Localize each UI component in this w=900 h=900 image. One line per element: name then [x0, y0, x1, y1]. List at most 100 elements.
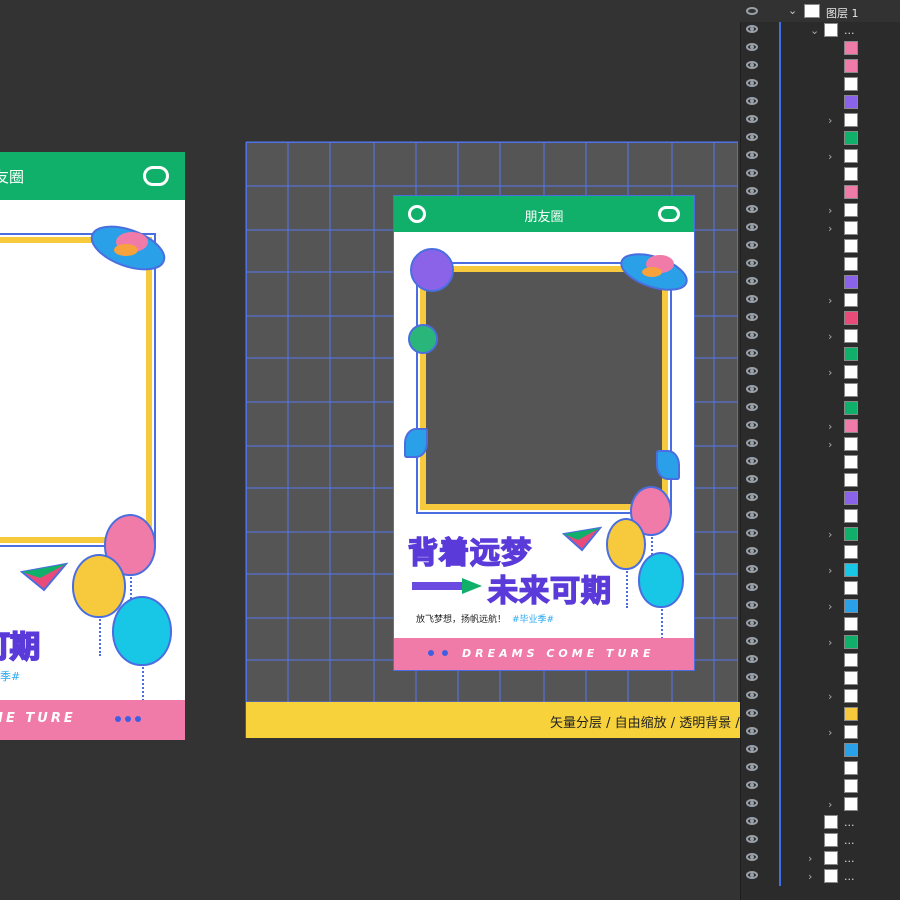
- layer-row[interactable]: [740, 76, 900, 94]
- layer-row[interactable]: ›: [740, 688, 900, 706]
- chevron-right-icon[interactable]: ›: [828, 438, 832, 451]
- eye-icon[interactable]: [746, 439, 758, 447]
- layer-row[interactable]: [740, 256, 900, 274]
- layer-row[interactable]: ›: [740, 436, 900, 454]
- eye-icon[interactable]: [746, 169, 758, 177]
- layer-label[interactable]: ...: [844, 816, 855, 829]
- eye-icon[interactable]: [746, 493, 758, 501]
- layer-row[interactable]: [740, 778, 900, 796]
- layer-row[interactable]: [740, 310, 900, 328]
- layer-row[interactable]: ›: [740, 796, 900, 814]
- layer-row[interactable]: ›: [740, 598, 900, 616]
- layer-row[interactable]: ›: [740, 328, 900, 346]
- layer-row[interactable]: ›: [740, 724, 900, 742]
- chevron-right-icon[interactable]: ›: [828, 528, 832, 541]
- eye-icon[interactable]: [746, 547, 758, 555]
- chevron-right-icon[interactable]: ›: [828, 204, 832, 217]
- eye-icon[interactable]: [746, 853, 758, 861]
- eye-icon[interactable]: [746, 367, 758, 375]
- layer-row[interactable]: [740, 706, 900, 724]
- layer-row[interactable]: ›: [740, 418, 900, 436]
- layer-row[interactable]: [740, 472, 900, 490]
- chevron-right-icon[interactable]: ›: [828, 600, 832, 613]
- layer-row[interactable]: [740, 544, 900, 562]
- chevron-right-icon[interactable]: ›: [828, 564, 832, 577]
- eye-icon[interactable]: [746, 619, 758, 627]
- chevron-right-icon[interactable]: ›: [828, 114, 832, 127]
- layer-row[interactable]: [740, 616, 900, 634]
- layer-row[interactable]: [740, 454, 900, 472]
- eye-icon[interactable]: [746, 529, 758, 537]
- eye-icon[interactable]: [746, 151, 758, 159]
- chevron-right-icon[interactable]: ›: [828, 222, 832, 235]
- eye-icon[interactable]: [746, 655, 758, 663]
- eye-icon[interactable]: [746, 223, 758, 231]
- eye-icon[interactable]: [746, 637, 758, 645]
- eye-icon[interactable]: [746, 331, 758, 339]
- layer-row[interactable]: [740, 184, 900, 202]
- eye-icon[interactable]: [746, 601, 758, 609]
- layer-row[interactable]: ›: [740, 364, 900, 382]
- layer-row[interactable]: [740, 670, 900, 688]
- eye-icon[interactable]: [746, 727, 758, 735]
- eye-icon[interactable]: [746, 385, 758, 393]
- chevron-right-icon[interactable]: ›: [828, 420, 832, 433]
- chevron-down-icon[interactable]: ⌄: [788, 4, 797, 17]
- eye-icon[interactable]: [746, 565, 758, 573]
- eye-icon[interactable]: [746, 295, 758, 303]
- eye-icon[interactable]: [746, 349, 758, 357]
- chevron-right-icon[interactable]: ›: [808, 852, 812, 865]
- eye-icon[interactable]: [746, 7, 758, 15]
- layer-row[interactable]: ›...: [740, 850, 900, 868]
- eye-icon[interactable]: [746, 457, 758, 465]
- layer-row[interactable]: ›: [740, 202, 900, 220]
- eye-icon[interactable]: [746, 61, 758, 69]
- layer-row[interactable]: ›: [740, 562, 900, 580]
- eye-icon[interactable]: [746, 583, 758, 591]
- eye-icon[interactable]: [746, 241, 758, 249]
- layer-label[interactable]: ...: [844, 852, 855, 865]
- layer-row[interactable]: [740, 400, 900, 418]
- eye-icon[interactable]: [746, 187, 758, 195]
- chevron-right-icon[interactable]: ›: [828, 636, 832, 649]
- eye-icon[interactable]: [746, 205, 758, 213]
- layer-row[interactable]: [740, 166, 900, 184]
- layer-row[interactable]: [740, 382, 900, 400]
- eye-icon[interactable]: [746, 79, 758, 87]
- layer-row[interactable]: [740, 508, 900, 526]
- eye-icon[interactable]: [746, 259, 758, 267]
- layer-row[interactable]: [740, 130, 900, 148]
- eye-icon[interactable]: [746, 745, 758, 753]
- layer-label[interactable]: ...: [844, 870, 855, 883]
- layer-row[interactable]: [740, 580, 900, 598]
- layer-row[interactable]: ›: [740, 526, 900, 544]
- layer-row[interactable]: ›: [740, 148, 900, 166]
- chevron-down-icon[interactable]: ⌄: [810, 24, 819, 37]
- layer-row[interactable]: ›: [740, 634, 900, 652]
- layer-row[interactable]: [740, 760, 900, 778]
- design-canvas[interactable]: 友圈 可期 季# OME TURE 朋友圈: [0, 0, 740, 900]
- eye-icon[interactable]: [746, 277, 758, 285]
- eye-icon[interactable]: [746, 781, 758, 789]
- chevron-right-icon[interactable]: ›: [828, 294, 832, 307]
- eye-icon[interactable]: [746, 835, 758, 843]
- chevron-right-icon[interactable]: ›: [828, 690, 832, 703]
- chevron-right-icon[interactable]: ›: [808, 870, 812, 883]
- eye-icon[interactable]: [746, 97, 758, 105]
- eye-icon[interactable]: [746, 25, 758, 33]
- eye-icon[interactable]: [746, 421, 758, 429]
- poster-artboard[interactable]: 朋友圈 背着远梦 未来可期 放飞梦想，扬帆远航！ #毕业季# DREAMS CO…: [393, 195, 695, 671]
- layer-group-row[interactable]: ⌄...: [740, 22, 900, 40]
- chevron-right-icon[interactable]: ›: [828, 150, 832, 163]
- layer-row[interactable]: [740, 40, 900, 58]
- eye-icon[interactable]: [746, 475, 758, 483]
- layer-row[interactable]: ...: [740, 814, 900, 832]
- eye-icon[interactable]: [746, 43, 758, 51]
- layer-row[interactable]: ›...: [740, 868, 900, 886]
- layer-label[interactable]: ...: [844, 24, 855, 37]
- layer-row[interactable]: [740, 490, 900, 508]
- chevron-right-icon[interactable]: ›: [828, 798, 832, 811]
- layer-row[interactable]: [740, 652, 900, 670]
- layer-row[interactable]: [740, 58, 900, 76]
- eye-icon[interactable]: [746, 691, 758, 699]
